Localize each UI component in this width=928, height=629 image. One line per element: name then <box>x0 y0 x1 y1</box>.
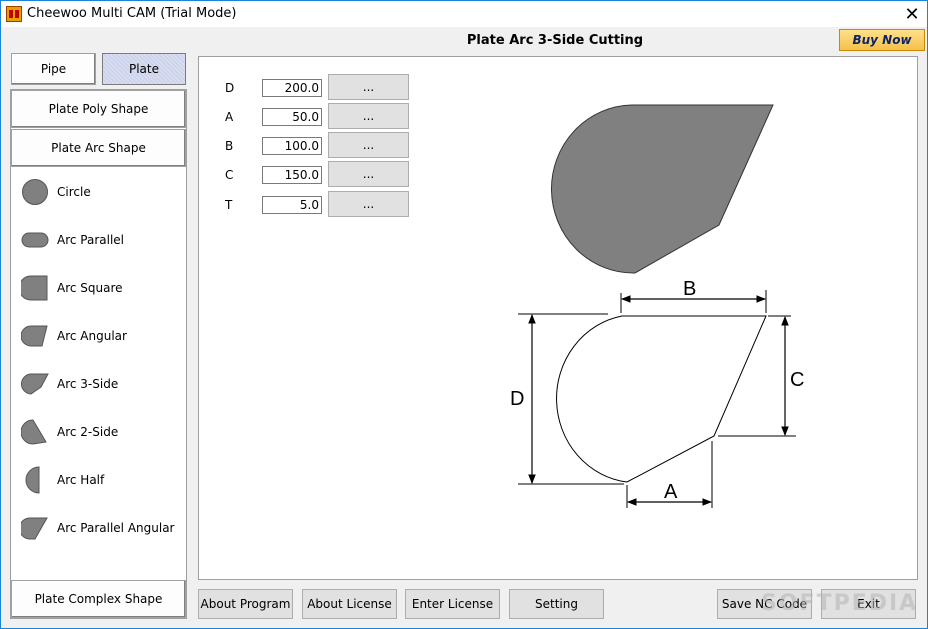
param-b-label: B <box>225 139 234 153</box>
circle-icon <box>22 179 48 205</box>
param-t-label: T <box>225 198 233 212</box>
arc-angular-icon <box>21 325 48 347</box>
param-t-input[interactable] <box>262 196 322 214</box>
save-nc-code-label: Save NC Code <box>721 597 808 611</box>
plate-arc-shape-button[interactable]: Plate Arc Shape <box>11 129 186 167</box>
sidebar-item-arc-parallel[interactable]: Arc Parallel <box>11 216 186 264</box>
plate-complex-shape-label: Plate Complex Shape <box>34 592 163 606</box>
plate-poly-shape-button[interactable]: Plate Poly Shape <box>11 90 186 128</box>
about-license-label: About License <box>307 597 392 611</box>
save-nc-code-button[interactable]: Save NC Code <box>717 589 812 619</box>
enter-license-label: Enter License <box>411 597 494 611</box>
sidebar-item-label: Arc Parallel <box>57 233 125 247</box>
tab-plate[interactable]: Plate <box>102 53 186 85</box>
arc-parallel-icon <box>21 232 49 248</box>
param-b-button[interactable]: ... <box>328 132 409 158</box>
sidebar-item-arc-2-side[interactable]: Arc 2-Side <box>11 408 186 456</box>
sidebar-item-arc-half[interactable]: Arc Half <box>11 456 186 504</box>
param-c-input[interactable] <box>262 166 322 184</box>
dimension-diagram: B C D A <box>510 278 804 508</box>
setting-label: Setting <box>535 597 578 611</box>
param-t-button-label: ... <box>362 197 375 211</box>
param-d-label: D <box>225 81 235 95</box>
about-program-button[interactable]: About Program <box>198 589 293 619</box>
param-d-button[interactable]: ... <box>328 74 409 100</box>
param-a-button-label: ... <box>362 109 375 123</box>
sidebar-item-label: Arc 3-Side <box>57 377 119 391</box>
param-c-button-label: ... <box>362 167 375 181</box>
about-program-label: About Program <box>200 597 291 611</box>
tab-plate-label: Plate <box>128 62 159 76</box>
exit-label: Exit <box>857 597 880 611</box>
title-bar: Cheewoo Multi CAM (Trial Mode) ✕ <box>1 1 927 27</box>
sidebar-item-circle[interactable]: Circle <box>11 168 186 216</box>
sidebar-item-label: Arc Square <box>57 281 123 295</box>
buy-now-button[interactable]: Buy Now <box>839 29 925 51</box>
param-a-label: A <box>225 110 234 124</box>
sidebar-item-arc-parallel-angular[interactable]: Arc Parallel Angular <box>11 504 186 552</box>
close-icon: ✕ <box>904 3 920 25</box>
arc-3-side-icon <box>21 373 49 395</box>
diagram-outline <box>556 315 767 483</box>
sidebar-item-arc-angular[interactable]: Arc Angular <box>11 312 186 360</box>
app-logo-icon <box>6 6 22 22</box>
param-b-button-label: ... <box>362 138 375 152</box>
param-d-input[interactable] <box>262 79 322 97</box>
tab-pipe[interactable]: Pipe <box>11 53 96 85</box>
arc-half-icon <box>25 466 40 494</box>
param-a-button[interactable]: ... <box>328 103 409 129</box>
page-title: Plate Arc 3-Side Cutting <box>466 33 644 48</box>
enter-license-button[interactable]: Enter License <box>405 589 500 619</box>
window-title: Cheewoo Multi CAM (Trial Mode) <box>27 6 237 21</box>
dimension-a-label: A <box>664 481 678 503</box>
sidebar-item-label: Circle <box>57 185 91 199</box>
tab-pipe-label: Pipe <box>40 62 67 76</box>
arc-2-side-icon <box>21 419 47 445</box>
sidebar-item-arc-square[interactable]: Arc Square <box>11 264 186 312</box>
param-a-input[interactable] <box>262 108 322 126</box>
extension-lines <box>518 290 796 508</box>
param-c-label: C <box>225 168 234 182</box>
param-t-button[interactable]: ... <box>328 191 409 217</box>
setting-button[interactable]: Setting <box>509 589 604 619</box>
dimension-d-label: D <box>510 388 524 410</box>
arc-square-icon <box>21 275 48 301</box>
sidebar-item-label: Arc Parallel Angular <box>57 521 175 535</box>
arc-parallel-angular-icon <box>21 517 48 540</box>
sidebar-item-label: Arc 2-Side <box>57 425 119 439</box>
exit-button[interactable]: Exit <box>821 589 916 619</box>
plate-complex-shape-button[interactable]: Plate Complex Shape <box>11 580 186 618</box>
shape-sidebar: Plate Poly Shape Plate Arc Shape Circle … <box>10 89 187 619</box>
sidebar-item-arc-3-side[interactable]: Arc 3-Side <box>11 360 186 408</box>
dimension-c-label: C <box>790 369 804 391</box>
plate-poly-shape-label: Plate Poly Shape <box>48 102 149 116</box>
app-window: Cheewoo Multi CAM (Trial Mode) ✕ Pipe Pl… <box>0 0 928 629</box>
param-d-button-label: ... <box>362 80 375 94</box>
shape-preview <box>551 104 774 274</box>
buy-now-label: Buy Now <box>852 33 912 47</box>
param-b-input[interactable] <box>262 137 322 155</box>
dimension-b-label: B <box>683 278 696 300</box>
sidebar-item-label: Arc Angular <box>57 329 127 343</box>
param-c-button[interactable]: ... <box>328 161 409 187</box>
close-button[interactable]: ✕ <box>897 1 927 27</box>
sidebar-item-label: Arc Half <box>57 473 105 487</box>
plate-arc-shape-label: Plate Arc Shape <box>51 141 146 155</box>
dimension-arrows <box>528 295 789 506</box>
about-license-button[interactable]: About License <box>302 589 397 619</box>
